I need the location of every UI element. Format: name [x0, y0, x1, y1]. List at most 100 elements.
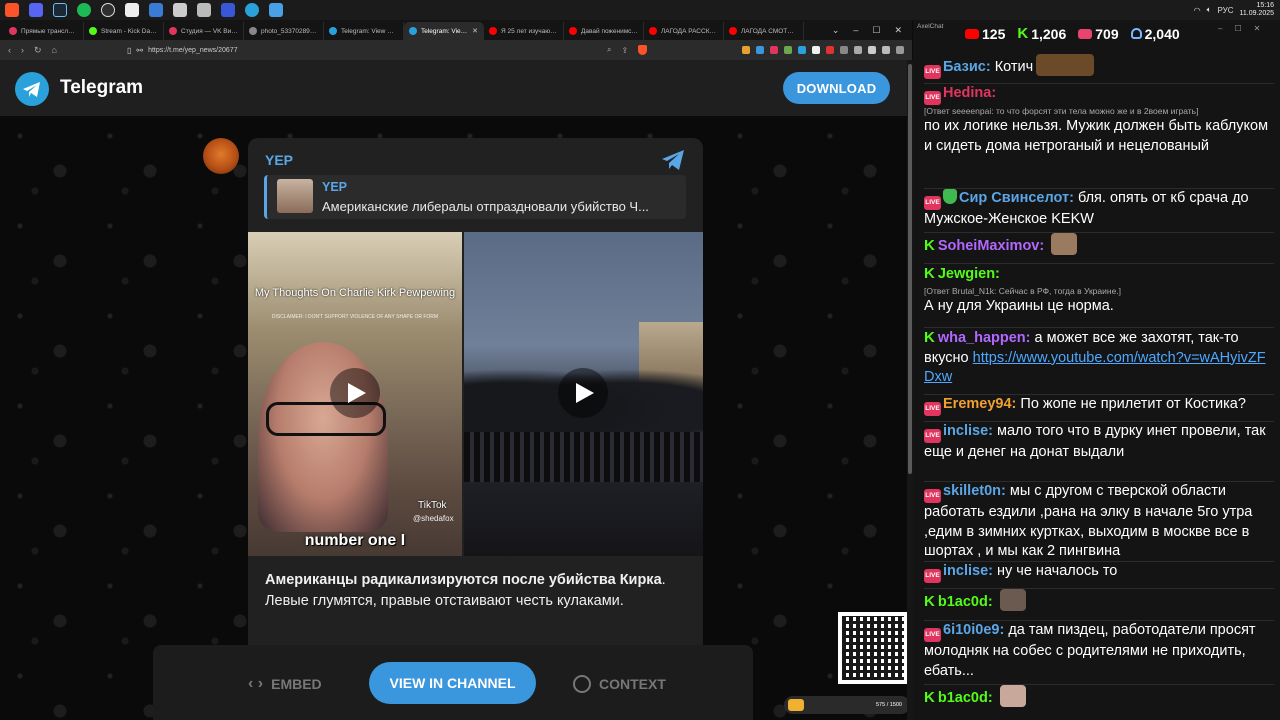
- close-icon[interactable]: ✕: [1254, 24, 1261, 33]
- browser-tab[interactable]: Я 25 лет изучаю Пут...: [484, 22, 564, 40]
- chat-username[interactable]: Hedina:: [943, 85, 996, 101]
- media-icon[interactable]: [221, 3, 235, 17]
- brave-shield-icon[interactable]: [638, 45, 648, 55]
- menu-icon[interactable]: [896, 46, 904, 54]
- zoom-icon[interactable]: ⌕: [607, 45, 611, 55]
- video-disclaimer: DISCLAIMER: I DON'T SUPPORT VIOLENCE OF …: [271, 314, 439, 320]
- site-info-icon[interactable]: ⚯: [136, 46, 143, 55]
- browser-tab[interactable]: ЛАГОДА СМОТРИТ ...: [724, 22, 804, 40]
- extension-icon[interactable]: [756, 46, 764, 54]
- kick-platform-icon: K: [924, 593, 935, 610]
- extension-icon[interactable]: [798, 46, 806, 54]
- browser-tab[interactable]: Telegram: View @Al...: [324, 22, 404, 40]
- telegram-brand-name[interactable]: Telegram: [60, 77, 143, 99]
- chat-link[interactable]: https://www.youtube.com/watch?v=wAHyivZF…: [924, 350, 1266, 386]
- scrollbar-thumb[interactable]: [908, 64, 912, 474]
- extension-icon[interactable]: [770, 46, 778, 54]
- download-button[interactable]: DOWNLOAD: [783, 72, 890, 104]
- back-icon[interactable]: ‹: [8, 45, 11, 55]
- minimize-icon[interactable]: –: [1218, 24, 1222, 33]
- view-in-channel-button[interactable]: VIEW IN CHANNEL: [369, 662, 536, 704]
- channel-name[interactable]: YEP: [265, 152, 293, 168]
- extension-icon[interactable]: [742, 46, 750, 54]
- maximize-icon[interactable]: ☐: [1234, 24, 1241, 33]
- chat-username[interactable]: Eremey94:: [943, 396, 1016, 412]
- tab-list: Прямые трансляции Stream - Kick Dashbo...…: [4, 22, 804, 40]
- tab-label: Прямые трансляции: [21, 27, 78, 35]
- minimize-icon[interactable]: –: [853, 25, 858, 36]
- forward-icon[interactable]: ›: [21, 45, 24, 55]
- video-caption: number one I: [304, 532, 406, 549]
- telegram-logo-icon[interactable]: [15, 72, 49, 106]
- discord-icon[interactable]: [29, 3, 43, 17]
- video-thumbnail-1[interactable]: My Thoughts On Charlie Kirk Pewpewing DI…: [248, 232, 462, 556]
- share-icon[interactable]: ⇪: [621, 46, 628, 55]
- maximize-icon[interactable]: ☐: [872, 25, 880, 36]
- spotify-icon[interactable]: [77, 3, 91, 17]
- extension-icon[interactable]: [812, 46, 820, 54]
- browser-tab[interactable]: Telegram: View @... ✕: [404, 22, 484, 40]
- chat-username[interactable]: wha_happen:: [938, 330, 1031, 346]
- channel-avatar[interactable]: [203, 138, 239, 174]
- bookmark-icon[interactable]: ▯: [127, 46, 131, 55]
- volume-icon[interactable]: 🔈︎: [1207, 5, 1212, 15]
- chat-username[interactable]: 6i10i0e9:: [943, 622, 1004, 638]
- home-icon[interactable]: ⌂: [52, 45, 57, 55]
- wifi-icon[interactable]: ◠: [1194, 6, 1201, 15]
- play-button[interactable]: [558, 368, 608, 418]
- context-button[interactable]: CONTEXT: [573, 675, 666, 693]
- close-tab-icon[interactable]: ✕: [472, 27, 478, 35]
- tab-search-icon[interactable]: ⌄: [832, 25, 840, 36]
- browser-tab[interactable]: photo_53370289907...: [244, 22, 324, 40]
- chat-username[interactable]: skillet0n:: [943, 483, 1006, 499]
- embed-button[interactable]: ‹ › EMBED: [248, 675, 322, 693]
- video-thumbnail-2[interactable]: [464, 232, 703, 556]
- extension-icon[interactable]: [784, 46, 792, 54]
- browser-tab[interactable]: Студия — VK Видео: [164, 22, 244, 40]
- chat-message: LIVE inclise: мало того что в дурку инет …: [924, 421, 1274, 463]
- obs-icon[interactable]: [101, 3, 115, 17]
- address-field[interactable]: ▯ ⚯ https://t.me/yep_news/20677: [127, 46, 597, 55]
- extension-icon[interactable]: [826, 46, 834, 54]
- tab-favicon-icon: [89, 27, 97, 35]
- live-platform-icon: LIVE: [924, 91, 941, 105]
- telegram-plane-icon[interactable]: [660, 148, 686, 172]
- folder-icon[interactable]: [173, 3, 187, 17]
- extension-icon[interactable]: [854, 46, 862, 54]
- brave-icon[interactable]: [5, 3, 19, 17]
- chat-icon[interactable]: [197, 3, 211, 17]
- browser-tab[interactable]: ЛАГОДА РАССКРЕП...: [644, 22, 724, 40]
- chat-username[interactable]: inclise:: [943, 563, 993, 579]
- chat-username[interactable]: b1ac0d:: [938, 690, 993, 706]
- capcut-icon[interactable]: [125, 3, 139, 17]
- close-window-icon[interactable]: ✕: [894, 25, 902, 36]
- chat-username[interactable]: b1ac0d:: [938, 594, 993, 610]
- browser-tab[interactable]: Прямые трансляции: [4, 22, 84, 40]
- chat-username[interactable]: inclise:: [943, 423, 993, 439]
- telegram-header: Telegram DOWNLOAD: [0, 60, 907, 116]
- extension-icon[interactable]: [840, 46, 848, 54]
- tab-favicon-icon: [649, 27, 657, 35]
- browser-tab[interactable]: Давай поженимся! ...: [564, 22, 644, 40]
- chat-username[interactable]: SoheiMaximov:: [938, 238, 1044, 254]
- live-platform-icon: LIVE: [924, 489, 941, 503]
- app-icon[interactable]: [149, 3, 163, 17]
- telegram-taskbar-icon[interactable]: [245, 3, 259, 17]
- tiktok-watermark: TikTok: [418, 500, 447, 511]
- play-button[interactable]: [330, 368, 380, 418]
- extension-icon[interactable]: [882, 46, 890, 54]
- clock[interactable]: 15:16 11.09.2025: [1239, 2, 1274, 18]
- extension-icon[interactable]: [868, 46, 876, 54]
- chat2-icon[interactable]: [269, 3, 283, 17]
- chat-username[interactable]: Сир Свинселот:: [959, 190, 1074, 206]
- steam-icon[interactable]: [53, 3, 67, 17]
- chat-username[interactable]: Базис:: [943, 59, 991, 75]
- reload-icon[interactable]: ↻: [34, 45, 42, 56]
- reply-quote[interactable]: YEP Американские либералы отпраздновали …: [264, 175, 686, 219]
- chat-username[interactable]: Jewgien:: [938, 266, 1000, 282]
- tray-language[interactable]: РУС: [1217, 6, 1233, 15]
- live-count-value: 709: [1095, 25, 1119, 42]
- emote-image: [999, 589, 1026, 611]
- tab-label: Telegram: View @...: [421, 27, 468, 35]
- browser-tab[interactable]: Stream - Kick Dashbo...: [84, 22, 164, 40]
